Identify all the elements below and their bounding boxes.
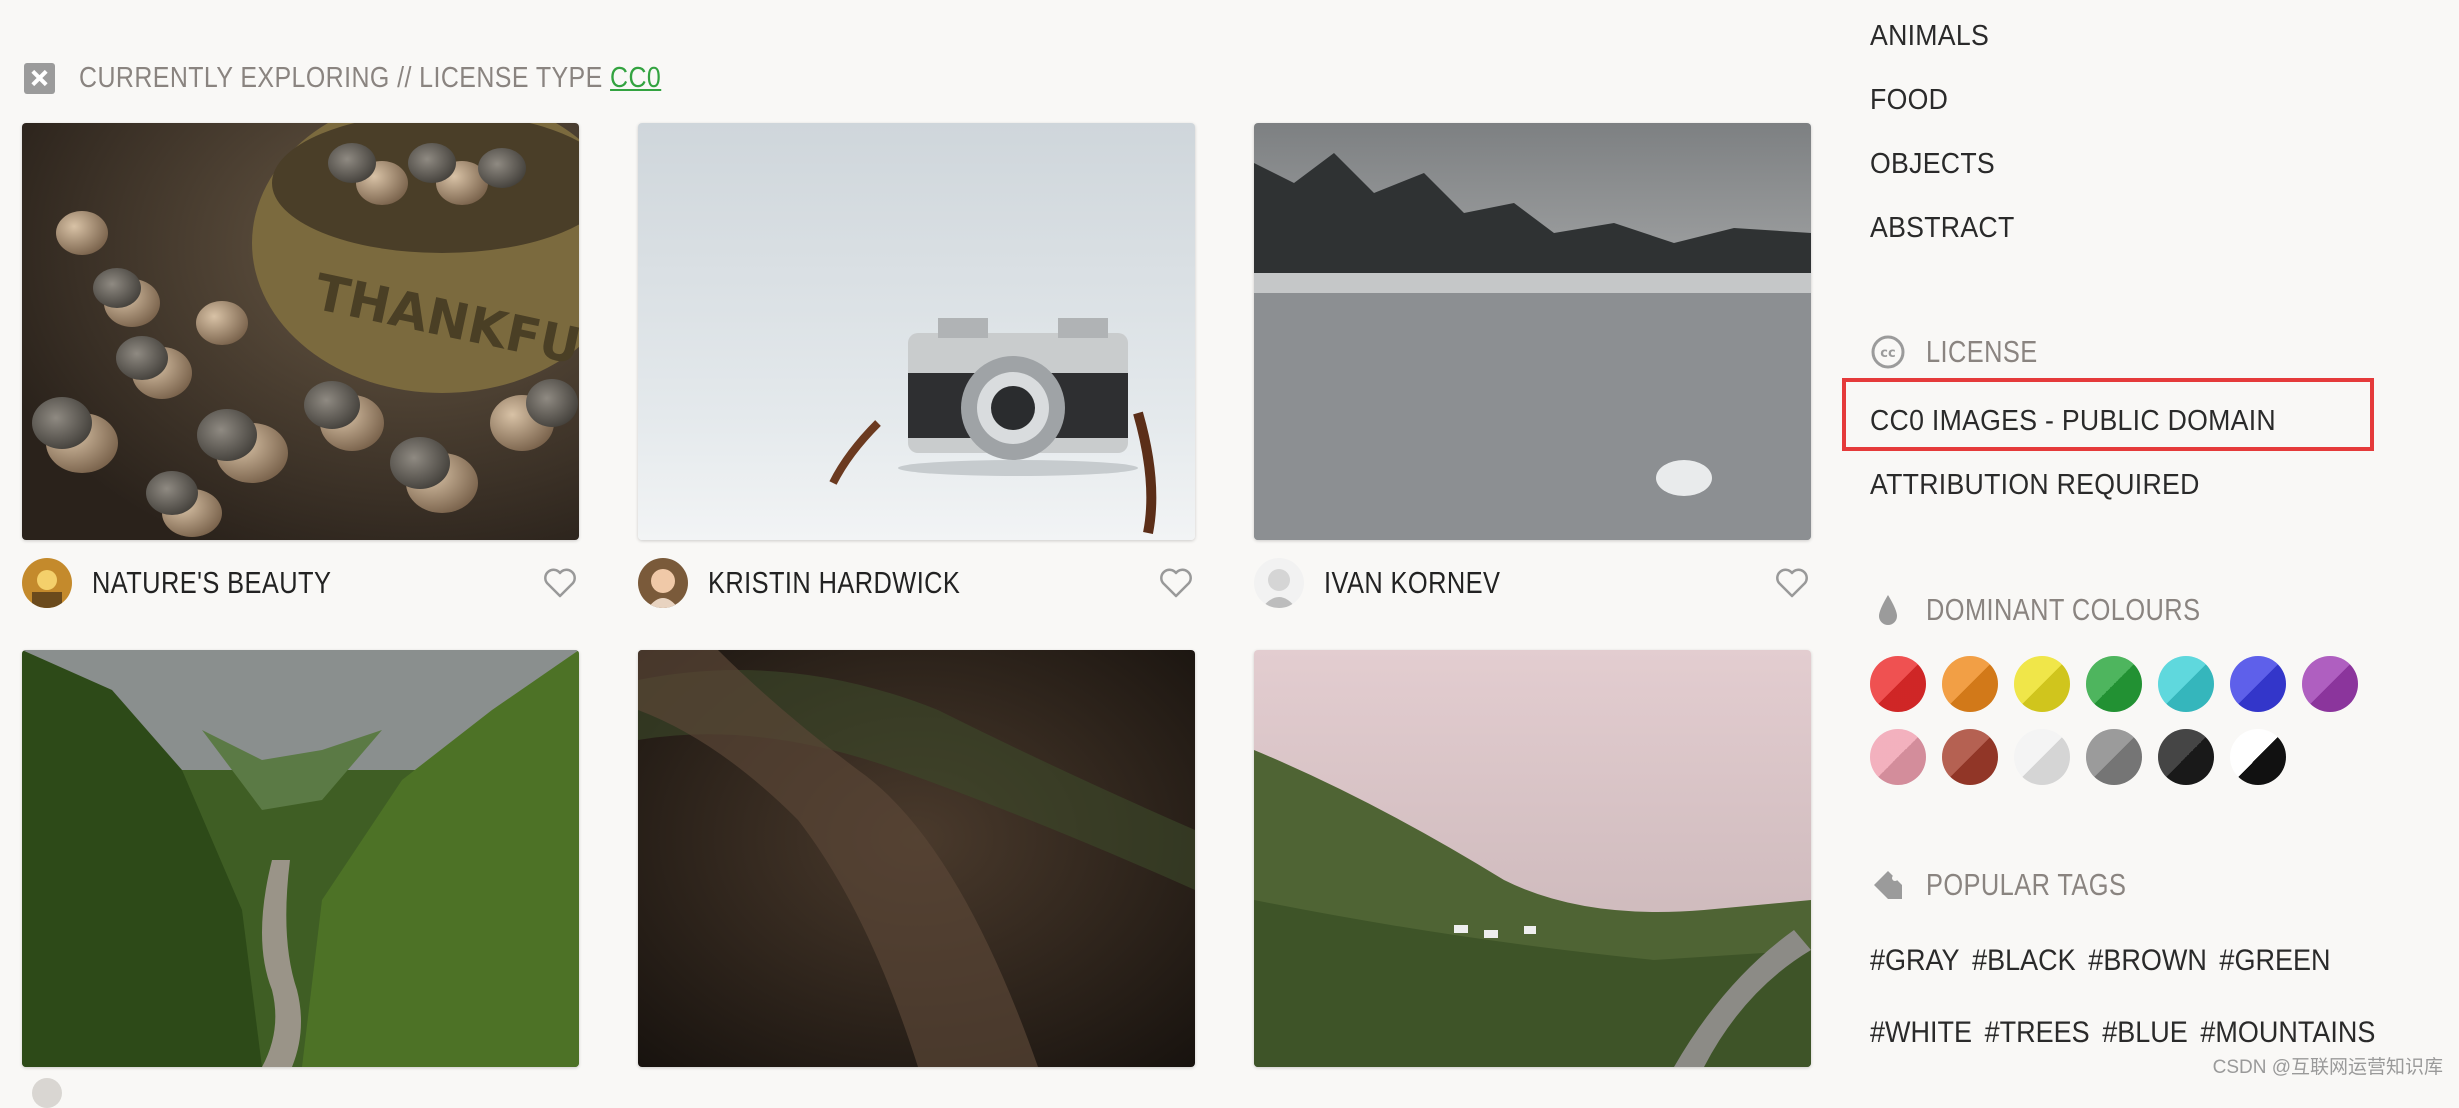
photo-acorns[interactable]: THANKFUL — [22, 123, 579, 540]
highlight-box — [1842, 378, 2374, 451]
heart-icon[interactable] — [1775, 568, 1809, 598]
colour-swatch[interactable] — [2302, 656, 2358, 712]
colour-swatch[interactable] — [1870, 729, 1926, 785]
colour-swatch[interactable] — [1942, 729, 1998, 785]
heart-icon[interactable] — [1159, 568, 1193, 598]
photo-card: KRISTIN HARDWICK — [638, 123, 1195, 608]
tag-icon — [1874, 871, 1902, 899]
exploring-label: CURRENTLY EXPLORING // LICENSE TYPE CC0 — [79, 61, 662, 94]
photo-card — [1254, 650, 1811, 1067]
author-name[interactable]: NATURE'S BEAUTY — [92, 565, 331, 601]
tag-row-2: #WHITE #TREES #BLUE #MOUNTAINS — [1870, 1016, 2388, 1050]
colour-swatch[interactable] — [2230, 656, 2286, 712]
author-avatar[interactable] — [32, 1078, 62, 1108]
photo-misty-valley[interactable] — [1254, 650, 1811, 1067]
tag-row-1: #GRAY #BLACK #BROWN #GREEN — [1870, 944, 2343, 978]
category-food[interactable]: FOOD — [1870, 84, 1948, 117]
tag-link[interactable]: #BLUE — [2102, 1016, 2188, 1049]
author-name[interactable]: KRISTIN HARDWICK — [708, 565, 960, 601]
colour-swatch[interactable] — [2158, 729, 2214, 785]
license-type-link[interactable]: CC0 — [610, 62, 661, 94]
tag-link[interactable]: #BLACK — [1972, 944, 2076, 977]
photo-card — [638, 650, 1195, 1067]
photo-card: IVAN KORNEV — [1254, 123, 1811, 608]
close-icon[interactable] — [24, 62, 55, 94]
tag-link[interactable]: #GRAY — [1870, 944, 1960, 977]
photo-camera[interactable] — [638, 123, 1195, 540]
colour-swatch[interactable] — [2086, 656, 2142, 712]
photo-leaf-path[interactable] — [638, 650, 1195, 1067]
svg-text:cc: cc — [1880, 346, 1895, 361]
popular-tags-heading: POPULAR TAGS — [1870, 867, 2170, 903]
colour-swatch[interactable] — [2086, 729, 2142, 785]
photo-card — [22, 650, 579, 1067]
author-avatar[interactable] — [22, 558, 72, 608]
tag-link[interactable]: #WHITE — [1870, 1016, 1972, 1049]
creative-commons-icon: cc — [1871, 335, 1905, 369]
category-animals[interactable]: ANIMALS — [1870, 20, 1989, 53]
colour-swatch[interactable] — [1942, 656, 1998, 712]
colour-swatch[interactable] — [2230, 729, 2286, 785]
category-objects[interactable]: OBJECTS — [1870, 148, 1995, 181]
colour-swatch[interactable] — [2014, 729, 2070, 785]
photo-card: THANKFUL NATURE'S BEAUTY — [22, 123, 579, 608]
heart-icon[interactable] — [543, 568, 577, 598]
watermark: CSDN @互联网运营知识库 — [2212, 1057, 2443, 1078]
photo-frozen-lake[interactable] — [1254, 123, 1811, 540]
dominant-colours-heading: DOMINANT COLOURS — [1870, 592, 2261, 628]
license-heading: cc LICENSE — [1870, 334, 2062, 370]
author-avatar[interactable] — [638, 558, 688, 608]
tag-link[interactable]: #BROWN — [2088, 944, 2207, 977]
tag-link[interactable]: #MOUNTAINS — [2200, 1016, 2375, 1049]
tag-link[interactable]: #GREEN — [2219, 944, 2330, 977]
license-attribution[interactable]: ATTRIBUTION REQUIRED — [1870, 469, 2200, 502]
exploring-filter-bar: CURRENTLY EXPLORING // LICENSE TYPE CC0 — [24, 60, 756, 96]
category-abstract[interactable]: ABSTRACT — [1870, 212, 2015, 245]
colour-swatch[interactable] — [2158, 656, 2214, 712]
tag-link[interactable]: #TREES — [1985, 1016, 2090, 1049]
author-name[interactable]: IVAN KORNEV — [1324, 565, 1500, 601]
colour-swatch[interactable] — [1870, 656, 1926, 712]
colour-swatch[interactable] — [2014, 656, 2070, 712]
drop-icon — [1879, 595, 1897, 625]
photo-green-valley[interactable] — [22, 650, 579, 1067]
author-avatar[interactable] — [1254, 558, 1304, 608]
